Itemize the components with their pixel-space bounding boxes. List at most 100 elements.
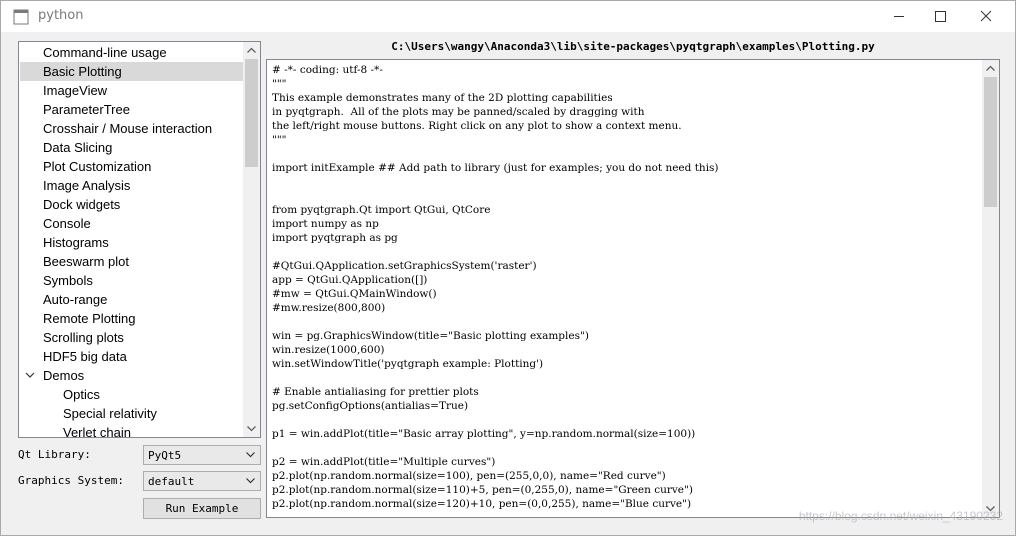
- watermark: https://blog.csdn.net/weixin_43190232: [798, 509, 1003, 523]
- example-item-label: Verlet chain: [63, 425, 131, 438]
- code-line: p2.plot(np.random.normal(size=120)+10, p…: [272, 498, 692, 510]
- example-item-label: Auto-range: [43, 292, 108, 307]
- graphics-system-value: default: [148, 475, 195, 488]
- code-line: # Enable antialiasing for prettier plots: [272, 386, 479, 398]
- example-item[interactable]: ImageView: [20, 81, 245, 100]
- example-item-label: Basic Plotting: [43, 64, 122, 79]
- code-line: This example demonstrates many of the 2D…: [272, 92, 613, 104]
- code-line: from pyqtgraph.Qt import QtGui, QtCore: [272, 204, 491, 216]
- code-editor[interactable]: # -*- coding: utf-8 -*- """ This example d…: [266, 59, 1000, 518]
- code-line: #mw = QtGui.QMainWindow(): [272, 288, 437, 300]
- code-line: win.setWindowTitle('pyqtgraph example: P…: [272, 358, 544, 370]
- example-item[interactable]: Crosshair / Mouse interaction: [20, 119, 245, 138]
- minimize-icon: [894, 16, 904, 17]
- graphics-system-label: Graphics System:: [18, 474, 124, 487]
- close-button[interactable]: [963, 1, 1009, 32]
- code-line: #mw.resize(800,800): [272, 302, 386, 314]
- code-line: import pyqtgraph as pg: [272, 232, 398, 244]
- scroll-thumb[interactable]: [245, 59, 258, 167]
- example-item[interactable]: Symbols: [20, 271, 245, 290]
- code-line: """: [272, 78, 287, 90]
- scroll-thumb[interactable]: [984, 77, 997, 207]
- chevron-down-icon: [247, 426, 256, 432]
- example-item[interactable]: Auto-range: [20, 290, 245, 309]
- graphics-system-select[interactable]: default: [143, 471, 261, 491]
- example-item[interactable]: Demos: [20, 366, 245, 385]
- minimize-button[interactable]: [876, 1, 922, 32]
- example-item-label: ParameterTree: [43, 102, 130, 117]
- example-item-label: Special relativity: [63, 406, 157, 421]
- example-item-label: Beeswarm plot: [43, 254, 129, 269]
- file-path-label: C:\Users\wangy\Anaconda3\lib\site-packag…: [391, 40, 875, 53]
- close-icon: [980, 10, 992, 22]
- code-line: p1 = win.addPlot(title="Basic array plot…: [272, 428, 696, 440]
- example-item-label: Histograms: [43, 235, 109, 250]
- title-bar[interactable]: python: [1, 1, 1015, 32]
- example-item[interactable]: Scrolling plots: [20, 328, 245, 347]
- example-item[interactable]: Image Analysis: [20, 176, 245, 195]
- python-app-icon: [13, 9, 29, 25]
- example-item-label: Scrolling plots: [43, 330, 124, 345]
- example-item[interactable]: Histograms: [20, 233, 245, 252]
- qt-library-value: PyQt5: [148, 449, 182, 462]
- code-line: win = pg.GraphicsWindow(title="Basic plo…: [272, 330, 589, 342]
- maximize-button[interactable]: [917, 1, 963, 32]
- example-item[interactable]: Optics: [20, 385, 245, 404]
- scroll-down-arrow[interactable]: [243, 420, 260, 437]
- chevron-down-icon: [246, 452, 255, 458]
- example-item[interactable]: Console: [20, 214, 245, 233]
- main-window: python Command-line usage Basic Plotting I…: [0, 0, 1016, 536]
- example-item[interactable]: Command-line usage: [20, 43, 245, 62]
- chevron-down-icon: [246, 478, 255, 484]
- code-line: win.resize(1000,600): [272, 344, 385, 356]
- code-line: app = QtGui.QApplication([]): [272, 274, 428, 286]
- example-item-label: Command-line usage: [43, 45, 167, 60]
- code-line: p2 = win.addPlot(title="Multiple curves"…: [272, 456, 496, 468]
- code-line: # -*- coding: utf-8 -*-: [272, 64, 383, 76]
- example-item-label: Image Analysis: [43, 178, 131, 193]
- example-item[interactable]: ParameterTree: [20, 100, 245, 119]
- chevron-up-icon: [247, 47, 256, 53]
- code-line: p2.plot(np.random.normal(size=100), pen=…: [272, 470, 666, 482]
- example-item[interactable]: Basic Plotting: [20, 62, 245, 81]
- example-item-label: Plot Customization: [43, 159, 152, 174]
- code-line: in pyqtgraph. All of the plots may be pa…: [272, 106, 645, 118]
- example-item[interactable]: Verlet chain: [20, 423, 245, 438]
- code-line: import initExample ## Add path to librar…: [272, 162, 719, 174]
- chevron-down-icon[interactable]: [25, 370, 35, 380]
- chevron-up-icon: [986, 65, 995, 71]
- example-item[interactable]: Dock widgets: [20, 195, 245, 214]
- code-line: the left/right mouse buttons. Right clic…: [272, 120, 682, 132]
- example-item-label: Crosshair / Mouse interaction: [43, 121, 213, 136]
- code-line: pg.setConfigOptions(antialias=True): [272, 400, 469, 412]
- example-item-label: HDF5 big data: [43, 349, 127, 364]
- example-item[interactable]: Beeswarm plot: [20, 252, 245, 271]
- example-item-label: ImageView: [43, 83, 108, 98]
- window-title: python: [38, 8, 84, 23]
- scroll-up-arrow[interactable]: [982, 60, 999, 77]
- maximize-icon: [935, 11, 946, 22]
- example-item-label: Data Slicing: [43, 140, 113, 155]
- example-item[interactable]: Remote Plotting: [20, 309, 245, 328]
- code-line: import numpy as np: [272, 218, 379, 230]
- qt-library-label: Qt Library:: [18, 448, 91, 461]
- example-item-label: Symbols: [43, 273, 93, 288]
- qt-library-select[interactable]: PyQt5: [143, 445, 261, 465]
- code-line: #QtGui.QApplication.setGraphicsSystem('r…: [272, 260, 537, 272]
- example-item[interactable]: HDF5 big data: [20, 347, 245, 366]
- example-item[interactable]: Special relativity: [20, 404, 245, 423]
- code-line: p2.plot(np.random.normal(size=110)+5, pe…: [272, 484, 693, 496]
- scroll-up-arrow[interactable]: [243, 42, 260, 59]
- example-tree[interactable]: Command-line usage Basic Plotting ImageVie…: [18, 41, 261, 438]
- example-item[interactable]: Plot Customization: [20, 157, 245, 176]
- example-item-label: Optics: [63, 387, 100, 402]
- code-line: """: [272, 134, 287, 146]
- example-item-label: Console: [43, 216, 91, 231]
- example-item[interactable]: Data Slicing: [20, 138, 245, 157]
- run-example-button[interactable]: Run Example: [143, 498, 261, 519]
- example-item-label: Demos: [43, 368, 85, 383]
- example-item-label: Remote Plotting: [43, 311, 136, 326]
- example-tree-scrollbar[interactable]: [243, 42, 260, 437]
- code-editor-scrollbar[interactable]: [982, 60, 999, 517]
- example-item-label: Dock widgets: [43, 197, 121, 212]
